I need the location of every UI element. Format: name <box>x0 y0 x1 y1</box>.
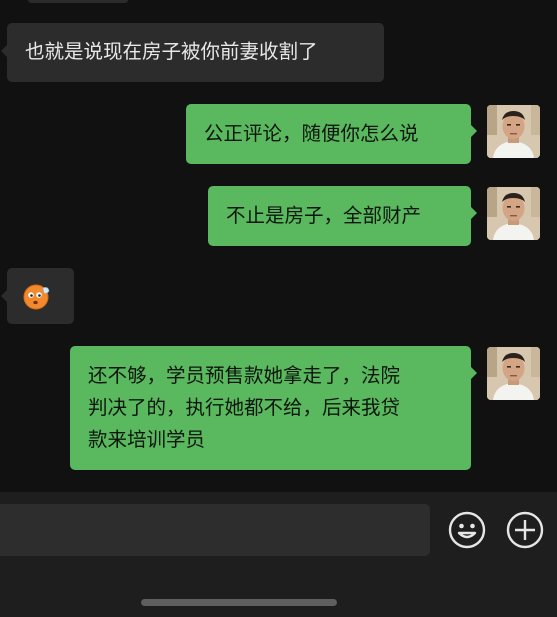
message-text: 公正评论，随便你怎么说 <box>204 122 419 145</box>
message-bubble-outgoing[interactable]: 还不够，学员预售款她拿走了，法院 判决了的，执行她都不给，后来我贷 款来培训学员 <box>70 346 471 470</box>
previous-message-edge <box>28 0 128 3</box>
bubble-tail <box>471 125 477 137</box>
plus-button[interactable] <box>505 510 545 554</box>
bubble-tail <box>471 207 477 219</box>
message-bubble-outgoing[interactable]: 公正评论，随便你怎么说 <box>186 104 471 164</box>
message-text-line: 还不够，学员预售款她拿走了，法院 <box>88 364 401 387</box>
message-text: 不止是房子，全部财产 <box>226 204 422 227</box>
message-text-line: 判决了的，执行她都不给，后来我贷 <box>88 396 401 419</box>
message-bubble-incoming[interactable] <box>7 268 74 324</box>
avatar-photo <box>487 347 540 400</box>
message-text-line: 款来培训学员 <box>88 428 206 451</box>
plus-circle-icon <box>506 511 544 549</box>
message-input[interactable] <box>0 504 430 556</box>
avatar[interactable] <box>487 347 540 400</box>
message-bubble-incoming[interactable]: 也就是说现在房子被你前妻收割了 <box>7 23 384 82</box>
avatar-photo <box>487 105 540 158</box>
avatar-photo <box>487 187 540 240</box>
avatar[interactable] <box>487 105 540 158</box>
smile-icon <box>448 511 486 549</box>
message-bubble-outgoing[interactable]: 不止是房子，全部财产 <box>208 186 471 246</box>
message-text: 也就是说现在房子被你前妻收割了 <box>25 40 318 63</box>
avatar[interactable] <box>487 187 540 240</box>
home-indicator[interactable] <box>141 599 337 606</box>
wow-emoji-icon <box>23 284 50 310</box>
emoji-button[interactable] <box>447 510 487 554</box>
bubble-tail <box>471 367 477 379</box>
